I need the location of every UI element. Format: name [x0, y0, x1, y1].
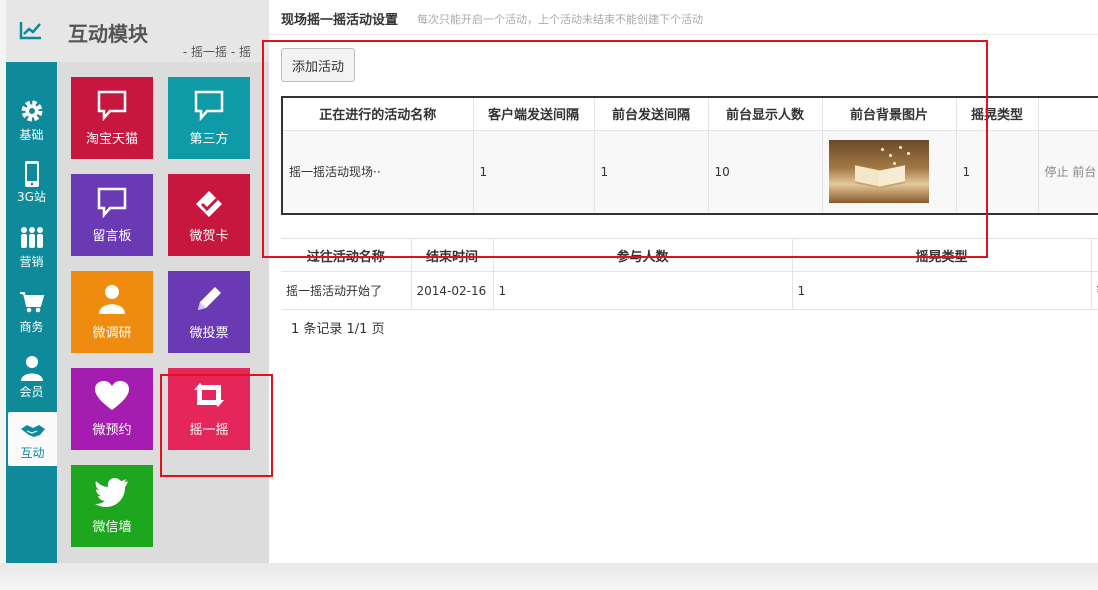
- tile-label: 摇一摇: [189, 423, 229, 438]
- people-icon: [20, 227, 43, 248]
- tile-label: 微贺卡: [189, 229, 229, 244]
- column-header-actions: [1038, 97, 1098, 131]
- pencil-icon: [198, 287, 221, 310]
- add-activity-button[interactable]: 添加活动: [281, 48, 355, 82]
- nav-item-interaction[interactable]: 互动: [8, 412, 57, 466]
- nav-item-label: 营销: [19, 255, 44, 269]
- column-header: 前台发送间隔: [594, 97, 709, 131]
- shake-type-cell: 1: [956, 130, 1039, 214]
- tile-label: 微预约: [92, 423, 132, 438]
- twitter-bird-icon: [95, 478, 128, 507]
- tile-message-board[interactable]: 留言板: [71, 174, 153, 256]
- column-header: 过往活动名称: [281, 238, 412, 272]
- nav-item-label: 互动: [20, 446, 45, 460]
- background-image-cell: [822, 130, 957, 214]
- activity-name-cell: 摇一摇活动现场··: [282, 130, 474, 214]
- pagination-info: 1 条记录 1/1 页: [291, 322, 385, 337]
- participants-cell: 1: [493, 271, 793, 310]
- nav-item-member[interactable]: 会员: [6, 345, 57, 405]
- table-header-row: 正在进行的活动名称 客户端发送间隔 前台发送间隔 前台显示人数 前台背景图片 摇…: [282, 97, 1098, 131]
- tile-appointment[interactable]: 微预约: [71, 368, 153, 450]
- current-activity-table: 正在进行的活动名称 客户端发送间隔 前台发送间隔 前台显示人数 前台背景图片 摇…: [281, 96, 1098, 215]
- gear-icon: [21, 100, 42, 122]
- tile-taobao-tmall[interactable]: 淘宝天猫: [71, 77, 153, 159]
- main-content: 现场摇一摇活动设置 每次只能开启一个活动，上个活动未结束不能创建下个活动 添加活…: [269, 0, 1098, 563]
- retweet-icon: [194, 383, 224, 407]
- nav-item-3g-site[interactable]: 3G站: [6, 150, 57, 210]
- past-name-cell: 摇一摇活动开始了: [281, 271, 412, 310]
- nav-item-label: 会员: [19, 385, 44, 399]
- column-header: 前台显示人数: [708, 97, 823, 131]
- tile-greeting-card[interactable]: 微贺卡: [168, 174, 250, 256]
- nav-item-business[interactable]: 商务: [6, 280, 57, 340]
- nav-rail: 基础 3G站 营销 商务 会员 互动: [6, 0, 57, 563]
- front-interval-cell: 1: [594, 130, 709, 214]
- speech-bubble-icon: [97, 90, 127, 121]
- tile-label: 微调研: [92, 326, 132, 341]
- nav-item-label: 商务: [19, 320, 44, 334]
- column-header: 摇晃类型: [956, 97, 1039, 131]
- column-header: 正在进行的活动名称: [282, 97, 474, 131]
- cart-icon: [19, 292, 44, 313]
- sparkle: [888, 154, 892, 158]
- past-activity-table: 过往活动名称 结束时间 参与人数 摇晃类型 摇一摇活动开始了 2014-02-1…: [281, 238, 1098, 310]
- column-header: 摇晃类型: [792, 238, 1092, 272]
- phone-icon: [24, 161, 39, 187]
- breadcrumb: - 摇一摇 - 摇: [182, 45, 251, 59]
- tile-label: 第三方: [189, 132, 229, 147]
- tile-vote[interactable]: 微投票: [168, 271, 250, 353]
- tile-label: 微信墙: [92, 520, 132, 535]
- shake-type-cell: 1: [792, 271, 1092, 310]
- module-panel: 互动模块 - 摇一摇 - 摇 淘宝天猫 第三方 留言板 微贺卡 微调研 微投票 …: [57, 0, 269, 563]
- tile-third-party[interactable]: 第三方: [168, 77, 250, 159]
- nav-item-label: 基础: [19, 128, 44, 142]
- nav-item-label: 3G站: [17, 190, 46, 204]
- column-header-extra: [1091, 238, 1098, 272]
- column-header: 前台背景图片: [822, 97, 957, 131]
- book-page-right: [878, 165, 905, 190]
- speech-bubble-icon: [194, 90, 224, 121]
- app-window: 基础 3G站 营销 商务 会员 互动 互动模块 - 摇一摇 - 摇 淘宝天猫 第…: [0, 0, 1098, 590]
- end-time-cell: 2014-02-16: [411, 271, 494, 310]
- table-row: 摇一摇活动现场·· 1 1 10 1 停止 前台: [282, 130, 1098, 214]
- column-header: 参与人数: [493, 238, 793, 272]
- nav-item-basic[interactable]: 基础: [6, 88, 57, 148]
- trend-chart-icon: [19, 22, 41, 40]
- handshake-icon: [20, 425, 45, 437]
- tile-wechat-wall[interactable]: 微信墙: [71, 465, 153, 547]
- page-hint: 每次只能开启一个活动，上个活动未结束不能创建下个活动: [417, 13, 703, 26]
- tile-survey[interactable]: 微调研: [71, 271, 153, 353]
- sparkle: [906, 152, 910, 156]
- table-header-row: 过往活动名称 结束时间 参与人数 摇晃类型: [281, 238, 1098, 272]
- extra-cell: ¥: [1091, 271, 1098, 310]
- client-interval-cell: 1: [473, 130, 595, 214]
- card-check-icon: [196, 191, 222, 217]
- bottom-shadow: [0, 563, 1098, 590]
- tile-shake[interactable]: 摇一摇: [168, 368, 250, 450]
- page-title: 现场摇一摇活动设置: [281, 13, 399, 28]
- tile-label: 留言板: [92, 229, 132, 244]
- nav-item-marketing[interactable]: 营销: [6, 215, 57, 275]
- sparkle: [880, 148, 884, 152]
- actions-cell[interactable]: 停止 前台: [1038, 130, 1098, 214]
- book-page-left: [854, 165, 881, 190]
- heart-icon: [95, 381, 129, 410]
- column-header: 客户端发送间隔: [473, 97, 595, 131]
- table-row: 摇一摇活动开始了 2014-02-16 1 1 ¥: [281, 271, 1098, 310]
- module-title: 互动模块: [68, 22, 148, 46]
- user-icon: [20, 356, 43, 381]
- speech-bubble-icon: [97, 187, 127, 218]
- module-header: 互动模块 - 摇一摇 - 摇: [57, 0, 269, 62]
- sparkle: [892, 162, 896, 166]
- rail-logo: [6, 0, 57, 62]
- person-icon: [99, 285, 125, 314]
- tile-label: 微投票: [189, 326, 229, 341]
- background-thumbnail[interactable]: [828, 140, 929, 204]
- column-header: 结束时间: [411, 238, 494, 272]
- tile-label: 淘宝天猫: [85, 132, 138, 147]
- display-count-cell: 10: [708, 130, 823, 214]
- sparkle: [898, 146, 902, 150]
- content-header: 现场摇一摇活动设置 每次只能开启一个活动，上个活动未结束不能创建下个活动: [269, 0, 1098, 35]
